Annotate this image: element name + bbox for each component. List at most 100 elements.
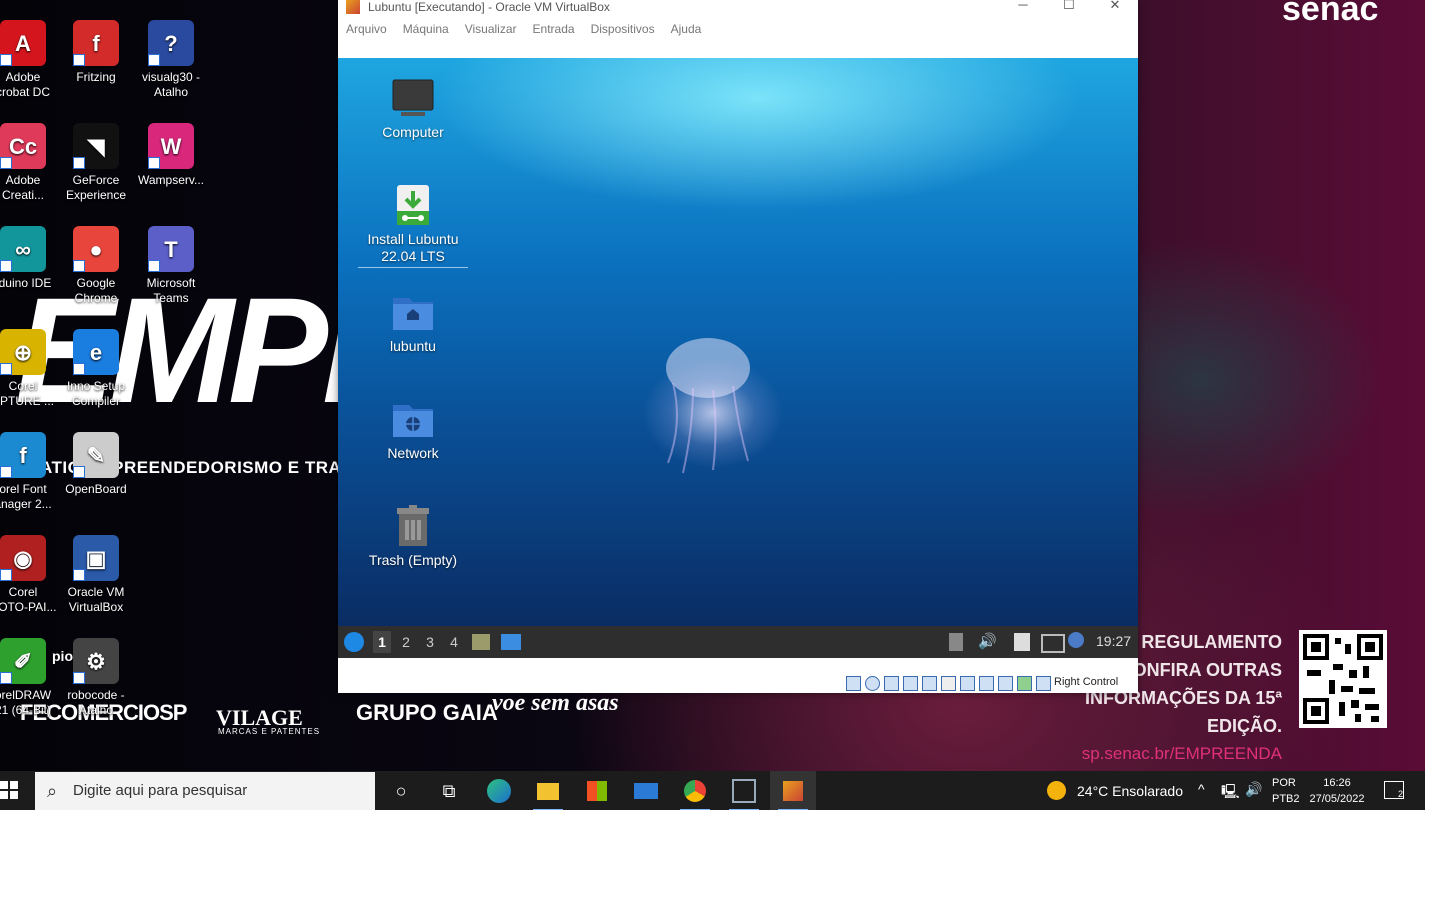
file-explorer-icon[interactable] (525, 771, 571, 810)
edge-icon[interactable] (476, 771, 522, 810)
menu-maquina[interactable]: Máquina (403, 22, 449, 36)
menu-entrada[interactable]: Entrada (533, 22, 575, 36)
desktop-shortcut-label: rduino IDE (0, 276, 52, 290)
weather-text[interactable]: 24°C Ensolarado (1077, 783, 1183, 799)
chrome-taskbar-icon[interactable] (672, 771, 718, 810)
workspace-4[interactable]: 4 (445, 634, 463, 650)
task-view-icon[interactable]: ⧉ (426, 771, 472, 810)
workspace-3[interactable]: 3 (421, 634, 439, 650)
corel-capture-icon: ⊕ (0, 329, 46, 375)
menu-arquivo[interactable]: Arquivo (346, 22, 387, 36)
vt-x-status-icon[interactable] (998, 676, 1013, 691)
display-status-icon[interactable] (960, 676, 975, 691)
virtualbox-taskbar-icon[interactable] (721, 771, 767, 810)
desktop-shortcut-openboard[interactable]: ✎ OpenBoard (58, 432, 134, 497)
desktop-shortcut-corel-font-manager[interactable]: f orel Font anager 2... (0, 432, 61, 512)
volume-icon[interactable]: 🔊 (978, 632, 997, 650)
update-notifier-icon[interactable] (1068, 632, 1084, 648)
install-lubuntu-icon (391, 183, 435, 227)
input-language[interactable]: POR PTB2 (1272, 775, 1300, 807)
file-manager-launcher-icon[interactable] (472, 634, 490, 650)
cortana-icon[interactable]: ○ (378, 771, 424, 810)
workspace-1[interactable]: 1 (373, 631, 391, 653)
shared-folders-status-icon[interactable] (941, 676, 956, 691)
volume-tray-icon[interactable]: 🔊 (1245, 781, 1262, 798)
chevron-up-icon[interactable]: ^ (1198, 781, 1205, 797)
guest-icon-network[interactable]: Network (358, 397, 468, 462)
windows-start-icon[interactable] (0, 781, 18, 799)
usb-status-icon[interactable] (922, 676, 937, 691)
workspace-2[interactable]: 2 (397, 634, 415, 650)
notification-center-icon[interactable]: 2 (1384, 781, 1404, 799)
recording-status-icon[interactable] (979, 676, 994, 691)
network-status-icon[interactable] (1041, 634, 1065, 653)
coreldraw-icon: ✐ (0, 638, 46, 684)
desktop-shortcut-label: robocode - Atalho (67, 688, 125, 717)
guest-icon-install-lubuntu[interactable]: Install Lubuntu 22.04 LTS (358, 183, 468, 268)
desktop-shortcut-fritzing[interactable]: f Fritzing (58, 20, 134, 85)
menu-visualizar[interactable]: Visualizar (465, 22, 517, 36)
guest-desktop[interactable]: Computer Install Lubuntu 22.04 LTS lubun… (338, 58, 1138, 626)
desktop-shortcut-label: orel Font anager 2... (0, 482, 52, 511)
desktop-shortcut-wampserver[interactable]: W Wampserv... (133, 123, 209, 188)
hard-disk-status-icon[interactable] (846, 676, 861, 691)
corel-photo-paint-icon: ◉ (0, 535, 46, 581)
desktop-shortcut-label: Adobe Creati... (1, 173, 44, 202)
desktop-shortcut-robocode[interactable]: ⚙ robocode - Atalho (58, 638, 134, 718)
taskbar-search-box[interactable]: ⌕ Digite aqui para pesquisar (35, 772, 375, 810)
mail-icon[interactable] (623, 771, 669, 810)
notification-count: 2 (1397, 789, 1403, 799)
visualg-icon: ? (148, 20, 194, 66)
arduino-ide-icon: ∞ (0, 226, 46, 272)
virtualbox-icon: ▣ (73, 535, 119, 581)
desktop-shortcut-arduino-ide[interactable]: ∞ rduino IDE (0, 226, 61, 291)
guest-clock[interactable]: 19:27 (1096, 633, 1131, 649)
maximize-button[interactable]: ☐ (1046, 0, 1092, 14)
lubuntu-menu-icon[interactable] (344, 632, 364, 652)
optical-drive-status-icon[interactable] (865, 676, 880, 691)
clipboard-icon[interactable] (1014, 633, 1030, 651)
vm-title-bar[interactable]: Lubuntu [Executando] - Oracle VM Virtual… (338, 0, 1138, 15)
clock-date: 27/05/2022 (1309, 793, 1365, 805)
desktop-shortcut-label: Oracle VM VirtualBox (67, 585, 125, 614)
show-desktop-icon[interactable] (501, 634, 521, 650)
menu-dispositivos[interactable]: Dispositivos (591, 22, 655, 36)
desktop-shortcut-adobe-creative-cloud[interactable]: Cc Adobe Creati... (0, 123, 61, 203)
desktop-shortcut-label: Inno Setup Compiler (66, 379, 126, 408)
guest-icon-lubuntu-home[interactable]: lubuntu (358, 290, 468, 355)
close-button[interactable]: ✕ (1092, 0, 1138, 14)
guest-icon-computer[interactable]: Computer (358, 76, 468, 141)
eject-icon[interactable] (949, 633, 963, 651)
audio-status-icon[interactable] (884, 676, 899, 691)
fritzing-icon: f (73, 20, 119, 66)
openboard-icon: ✎ (73, 432, 119, 478)
lubuntu-vm-taskbar-icon[interactable] (770, 771, 816, 810)
minimize-button[interactable]: ─ (1000, 0, 1046, 14)
desktop-shortcut-corel-capture[interactable]: ⊕ Corel APTURE ... (0, 329, 61, 409)
desktop-shortcut-geforce-experience[interactable]: ◥ GeForce Experience (58, 123, 134, 203)
desktop-shortcut-microsoft-teams[interactable]: T Microsoft Teams (133, 226, 209, 306)
adobe-creative-cloud-icon: Cc (0, 123, 46, 169)
system-clock[interactable]: 16:26 27/05/2022 (1306, 775, 1368, 807)
desktop-shortcut-coreldraw[interactable]: ✐ orelDRAW 21 (64-Bit) (0, 638, 61, 718)
desktop-shortcut-label: Corel HOTO-PAI... (0, 585, 57, 614)
qr-code-image (1299, 630, 1387, 728)
desktop-shortcut-visualg[interactable]: ? visualg30 - Atalho (133, 20, 209, 100)
network-adapter-status-icon[interactable] (903, 676, 918, 691)
mouse-integration-status-icon[interactable] (1036, 676, 1051, 691)
desktop-shortcut-inno-setup[interactable]: e Inno Setup Compiler (58, 329, 134, 409)
desktop-shortcut-adobe-acrobat[interactable]: A Adobe crobat DC (0, 20, 61, 100)
weather-sun-icon[interactable] (1047, 781, 1066, 800)
guest-icon-trash[interactable]: Trash (Empty) (358, 504, 468, 569)
virtualbox-app-icon (346, 0, 360, 14)
desktop-shortcut-virtualbox[interactable]: ▣ Oracle VM VirtualBox (58, 535, 134, 615)
network-folder-icon (391, 397, 435, 441)
menu-ajuda[interactable]: Ajuda (671, 22, 702, 36)
guest-additions-status-icon[interactable] (1017, 676, 1032, 691)
microsoft-store-icon[interactable] (574, 771, 620, 810)
guest-icon-label: Trash (Empty) (368, 552, 458, 568)
virtualbox-vm-window[interactable]: Lubuntu [Executando] - Oracle VM Virtual… (338, 0, 1138, 693)
desktop-shortcut-corel-photo-paint[interactable]: ◉ Corel HOTO-PAI... (0, 535, 61, 615)
desktop-shortcut-google-chrome[interactable]: ● Google Chrome (58, 226, 134, 306)
network-tray-icon[interactable]: 🖳 (1221, 781, 1240, 805)
